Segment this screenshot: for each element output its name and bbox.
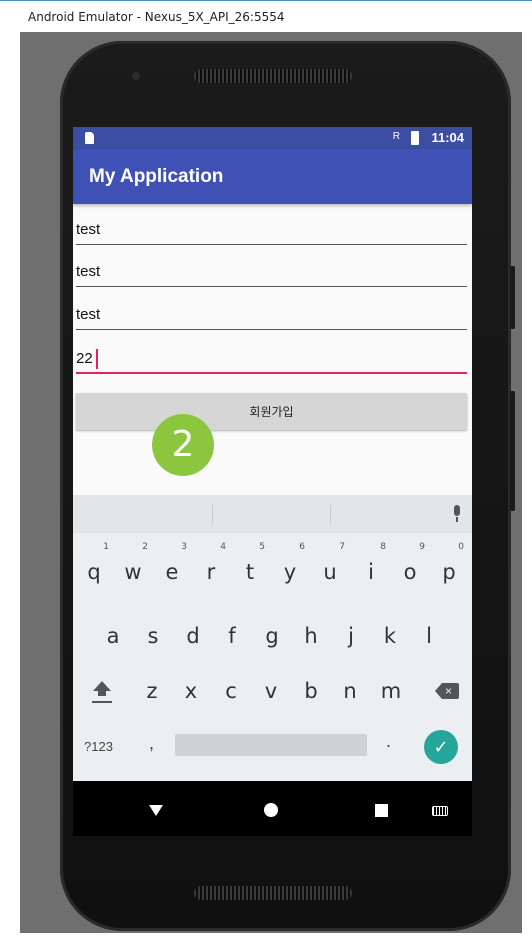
key-l[interactable]: l (410, 616, 448, 656)
key-a[interactable]: a (94, 616, 132, 656)
space-bar[interactable] (175, 734, 367, 756)
keyboard-icon[interactable] (432, 806, 448, 816)
key-u[interactable]: u7 (311, 542, 349, 592)
bottom-speaker (194, 886, 352, 900)
step-badge: 2 (152, 414, 214, 476)
front-camera (132, 72, 140, 80)
key-o[interactable]: o9 (391, 542, 429, 592)
key-c[interactable]: c (212, 671, 250, 711)
key-t[interactable]: t5 (231, 542, 269, 592)
battery-icon (411, 131, 419, 145)
key-s[interactable]: s (134, 616, 172, 656)
backspace-icon[interactable]: × (435, 683, 459, 699)
suggestion-strip (73, 495, 472, 533)
key-p[interactable]: p0 (430, 542, 468, 592)
key-i[interactable]: i8 (352, 542, 390, 592)
app-bar: My Application (73, 149, 472, 204)
mic-icon[interactable] (451, 505, 463, 523)
key-e[interactable]: e3 (153, 542, 191, 592)
suggestion-divider (212, 505, 213, 525)
status-time: 11:04 (431, 130, 464, 145)
text-field-1[interactable] (76, 215, 467, 245)
key-h[interactable]: h (292, 616, 330, 656)
period-key[interactable]: . (386, 731, 391, 752)
recents-icon[interactable] (375, 804, 388, 817)
key-w[interactable]: w2 (114, 542, 152, 592)
text-cursor (96, 349, 98, 369)
key-v[interactable]: v (252, 671, 290, 711)
status-bar: R 11:04 (73, 127, 472, 149)
phone-body: R 11:04 My Application 회원가입 2 (60, 41, 515, 931)
key-n[interactable]: n (331, 671, 369, 711)
power-button[interactable] (510, 391, 515, 511)
window-title: Android Emulator - Nexus_5X_API_26:5554 (28, 10, 285, 24)
emulator-frame: R 11:04 My Application 회원가입 2 (20, 32, 522, 933)
window-titlebar: Android Emulator - Nexus_5X_API_26:5554 (0, 0, 532, 32)
key-y[interactable]: y6 (271, 542, 309, 592)
signal-icon: R (392, 131, 400, 142)
key-f[interactable]: f (213, 616, 251, 656)
home-icon[interactable] (264, 803, 278, 817)
phone-screen: R 11:04 My Application 회원가입 2 (73, 127, 472, 836)
signup-button[interactable]: 회원가입 (76, 393, 467, 430)
navigation-bar (73, 781, 472, 836)
key-m[interactable]: m (372, 671, 410, 711)
key-g[interactable]: g (253, 616, 291, 656)
text-field-2[interactable] (76, 257, 467, 287)
enter-check-icon[interactable]: ✓ (424, 730, 458, 764)
suggestion-divider (330, 505, 331, 525)
text-field-4[interactable] (76, 344, 467, 374)
key-j[interactable]: j (332, 616, 370, 656)
shift-icon[interactable] (91, 681, 113, 709)
key-d[interactable]: d (174, 616, 212, 656)
key-k[interactable]: k (371, 616, 409, 656)
key-b[interactable]: b (292, 671, 330, 711)
top-speaker (194, 69, 352, 83)
volume-button[interactable] (510, 266, 515, 329)
key-x[interactable]: x (172, 671, 210, 711)
soft-keyboard: q1 w2 e3 r4 t5 y6 u7 i8 o9 p0 a s d f g … (73, 495, 472, 781)
key-q[interactable]: q1 (75, 542, 113, 592)
text-field-3[interactable] (76, 300, 467, 330)
sd-card-icon (85, 132, 94, 144)
symbols-key[interactable]: ?123 (84, 739, 113, 754)
key-r[interactable]: r4 (192, 542, 230, 592)
key-z[interactable]: z (133, 671, 171, 711)
back-icon[interactable] (149, 805, 163, 816)
comma-key[interactable]: , (149, 733, 154, 754)
app-title: My Application (89, 166, 224, 187)
